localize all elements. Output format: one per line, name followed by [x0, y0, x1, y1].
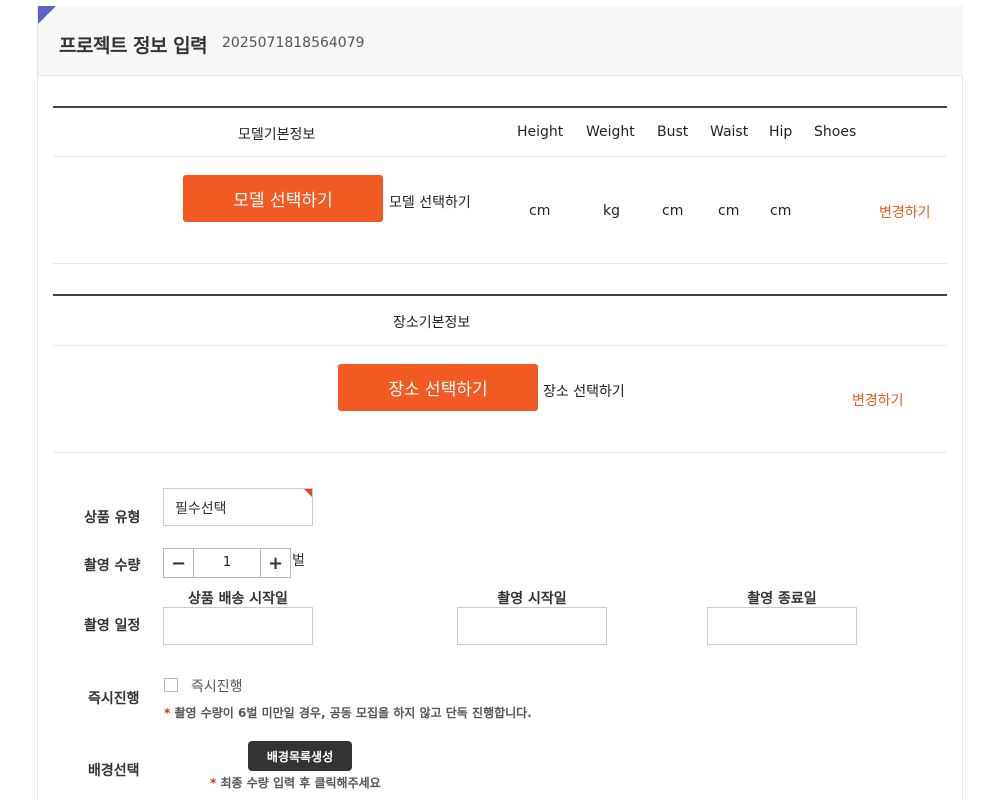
corner-marker	[38, 6, 56, 24]
hip-unit: cm	[770, 203, 792, 219]
model-section-top-divider	[53, 106, 947, 108]
background-label: 배경선택	[88, 763, 140, 779]
product-type-label: 상품 유형	[84, 510, 141, 526]
shoot-end-date-heading: 촬영 종료일	[747, 591, 817, 607]
column-weight: Weight	[586, 124, 635, 140]
model-section-heading: 모델기본정보	[238, 127, 316, 143]
shoot-start-date-input[interactable]	[457, 607, 607, 645]
quantity-input[interactable]: 1	[193, 549, 261, 577]
immediate-label: 즉시진행	[88, 691, 140, 707]
background-note: * 최종 수량 입력 후 클릭해주세요	[210, 774, 381, 791]
location-header-divider	[53, 345, 947, 346]
column-waist: Waist	[710, 124, 749, 140]
shoot-start-date-heading: 촬영 시작일	[497, 591, 567, 607]
quantity-label: 촬영 수량	[84, 558, 141, 574]
schedule-label: 촬영 일정	[84, 618, 141, 634]
quantity-unit: 벌	[292, 553, 305, 569]
location-section-top-divider	[53, 294, 947, 296]
panel-header: 프로젝트 정보 입력 2025071818564079	[38, 6, 963, 76]
column-hip: Hip	[769, 124, 793, 140]
product-type-value: 필수선택	[175, 501, 227, 517]
delivery-start-date-input[interactable]	[163, 607, 313, 645]
background-note-text: 최종 수량 입력 후 클릭해주세요	[216, 776, 381, 790]
required-corner-marker	[304, 489, 312, 497]
location-change-link[interactable]: 변경하기	[852, 390, 904, 410]
project-id: 2025071818564079	[222, 35, 365, 51]
selected-location-text: 장소 선택하기	[543, 384, 625, 400]
generate-background-list-button[interactable]: 배경목록생성	[248, 741, 352, 771]
bust-unit: cm	[662, 203, 684, 219]
location-section-bottom-divider	[53, 452, 947, 453]
height-unit: cm	[529, 203, 551, 219]
delivery-start-date-heading: 상품 배송 시작일	[188, 591, 288, 607]
location-section-heading: 장소기본정보	[393, 315, 471, 331]
waist-unit: cm	[718, 203, 740, 219]
decrement-button[interactable]: −	[164, 549, 193, 577]
page-title: 프로젝트 정보 입력	[59, 35, 208, 57]
model-change-link[interactable]: 변경하기	[879, 202, 931, 222]
immediate-note: * 촬영 수량이 6벌 미만일 경우, 공동 모집을 하지 않고 단독 진행합니…	[164, 704, 532, 721]
increment-button[interactable]: +	[261, 549, 290, 577]
immediate-checkbox[interactable]	[164, 678, 178, 692]
model-header-divider	[53, 156, 947, 157]
select-model-button[interactable]: 모델 선택하기	[183, 175, 383, 222]
shoot-end-date-input[interactable]	[707, 607, 857, 645]
model-section-bottom-divider	[53, 263, 947, 264]
immediate-note-text: 촬영 수량이 6벌 미만일 경우, 공동 모집을 하지 않고 단독 진행합니다.	[170, 706, 532, 720]
product-type-select[interactable]: 필수선택	[163, 488, 313, 526]
quantity-stepper: − 1 +	[163, 548, 291, 578]
immediate-checkbox-label[interactable]: 즉시진행	[191, 676, 243, 696]
select-location-button[interactable]: 장소 선택하기	[338, 364, 538, 411]
column-height: Height	[517, 124, 564, 140]
column-bust: Bust	[657, 124, 689, 140]
selected-model-text: 모델 선택하기	[389, 195, 471, 211]
column-shoes: Shoes	[814, 124, 857, 140]
weight-unit: kg	[603, 203, 620, 219]
